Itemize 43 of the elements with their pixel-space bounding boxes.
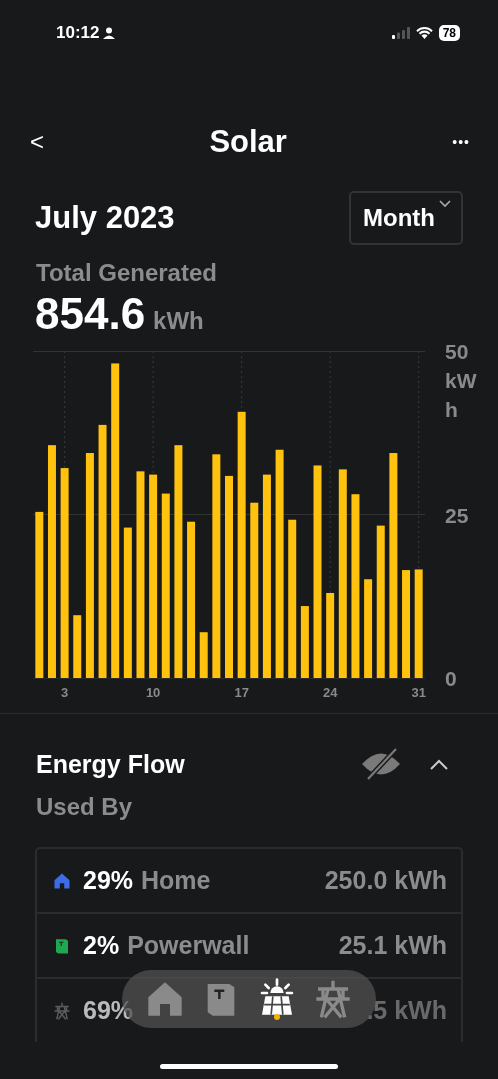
axis-label: 25 bbox=[445, 502, 469, 529]
house-icon bbox=[53, 871, 71, 890]
chevron-down-icon bbox=[439, 200, 451, 208]
axis-label: 50 bbox=[445, 339, 469, 365]
section-title: Energy Flow bbox=[36, 749, 186, 779]
clock-time: 10:12 bbox=[56, 23, 100, 43]
period-dropdown[interactable]: Month bbox=[349, 191, 463, 245]
back-button[interactable]: < bbox=[30, 128, 44, 156]
eye-slash-icon[interactable] bbox=[360, 747, 402, 781]
axis-title: kWh bbox=[445, 368, 478, 423]
bar bbox=[199, 632, 208, 678]
consumer-name: Powerwall bbox=[127, 931, 251, 960]
battery-level: 78 bbox=[438, 25, 460, 41]
percent-text: 29% bbox=[83, 866, 134, 895]
total-value: 854.6 bbox=[35, 289, 146, 339]
energy-value: .5 kWh bbox=[366, 996, 447, 1025]
bar bbox=[300, 606, 309, 678]
percent-text: 69% bbox=[83, 996, 134, 1025]
axis-label: 10 bbox=[145, 685, 161, 700]
selected-dot bbox=[274, 1014, 280, 1020]
percent-text: 2% bbox=[83, 931, 120, 960]
power-tower-icon bbox=[53, 1001, 71, 1020]
energy-value: 25.1 kWh bbox=[338, 931, 447, 960]
signal-icon bbox=[391, 27, 410, 39]
axis-label: 3 bbox=[61, 685, 69, 700]
page-title: Solar bbox=[209, 124, 287, 160]
energy-value: 250.0 kWh bbox=[324, 866, 447, 895]
axis-label: 31 bbox=[411, 685, 426, 700]
axis-label: 17 bbox=[234, 685, 249, 700]
section-subtitle: Used By bbox=[35, 792, 134, 821]
total-unit: kWh bbox=[153, 307, 204, 335]
person-icon bbox=[103, 27, 116, 39]
total-label: Total Generated bbox=[35, 258, 218, 287]
wifi-icon bbox=[415, 27, 433, 39]
battery-cabinet-icon bbox=[53, 936, 71, 955]
more-button[interactable]: ••• bbox=[452, 134, 470, 150]
period-label: July 2023 bbox=[35, 200, 175, 236]
axis-label: 0 bbox=[445, 666, 457, 692]
chevron-up-icon[interactable] bbox=[430, 758, 448, 770]
consumer-name: Home bbox=[141, 866, 212, 895]
power-tower-icon bbox=[313, 979, 353, 1019]
axis-label: 24 bbox=[322, 685, 338, 700]
bar bbox=[73, 615, 82, 678]
